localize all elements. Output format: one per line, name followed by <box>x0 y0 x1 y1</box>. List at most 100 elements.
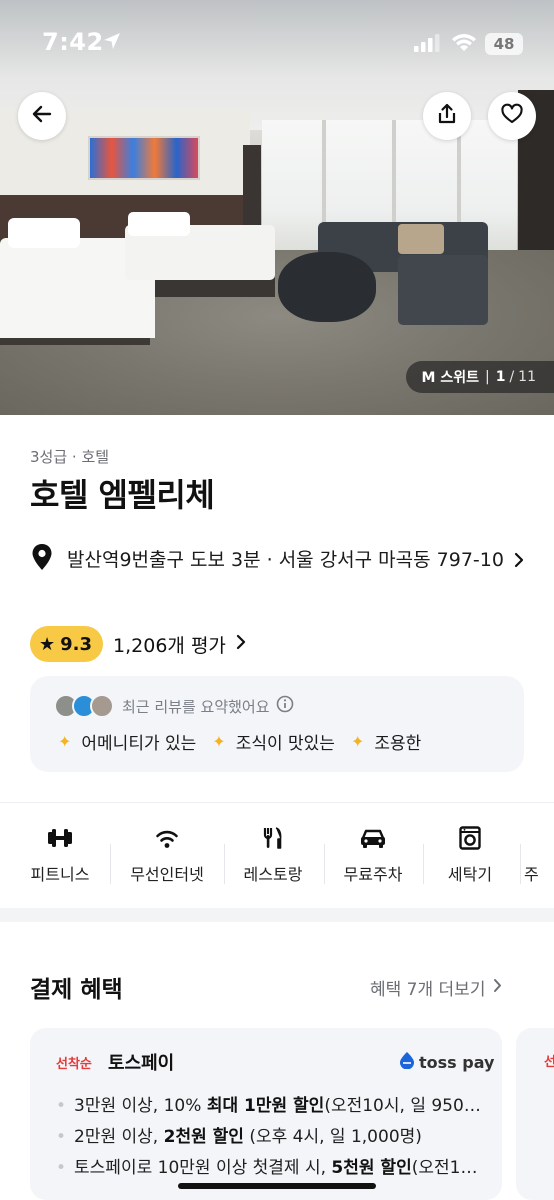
amenity-label: 주 <box>524 865 539 884</box>
image-counter: M 스위트 | 1 / 11 <box>405 361 554 393</box>
benefit-highlight: 2천원 할인 <box>163 1127 244 1147</box>
reviewer-avatars <box>54 694 116 718</box>
photo-coffee-table <box>278 252 376 322</box>
rating-badge: ★ 9.3 <box>30 626 104 662</box>
sparkle-icon: ✦ <box>212 732 226 751</box>
toss-logo-icon <box>398 1051 416 1073</box>
status-bar: 7:42 48 <box>0 0 554 80</box>
washing-machine-icon <box>421 820 519 856</box>
benefit-provider: 토스페이 <box>108 1053 175 1074</box>
heart-icon <box>500 102 524 130</box>
amenity-parking[interactable]: 무료주차 <box>324 820 422 885</box>
amenities-row[interactable]: 피트니스 무선인터넷 레스토랑 무료주차 세탁기 주 <box>0 820 554 892</box>
benefit-highlight: 최대 1만원 할인 <box>206 1096 325 1116</box>
benefit-highlight: 5천원 할인 <box>331 1158 412 1178</box>
photo-pillow <box>128 212 190 236</box>
amenity-label: 세탁기 <box>447 865 493 884</box>
benefit-item: • 토스페이로 10만원 이상 첫결제 시, 5천원 할인(오전10시) <box>56 1153 486 1184</box>
image-index: 1 <box>495 369 506 385</box>
amenity-label: 무료주차 <box>343 865 403 884</box>
chevron-right-icon <box>236 634 246 654</box>
address-value: 발산역9번출구 도보 3분 · 서울 강서구 마곡동 797-10 <box>67 549 504 571</box>
first-come-badge: 선 <box>544 1055 554 1070</box>
summary-tag: ✦ 조식이 맛있는 <box>212 729 335 754</box>
benefit-text: 2만원 이상, <box>74 1127 164 1147</box>
dumbbell-icon <box>11 820 109 856</box>
back-button[interactable] <box>18 92 66 140</box>
chevron-right-icon <box>493 978 502 998</box>
benefit-card-next[interactable]: 선 <box>516 1028 554 1200</box>
home-indicator <box>178 1183 376 1189</box>
amenity-restaurant[interactable]: 레스토랑 <box>224 820 322 885</box>
arrow-left-icon <box>30 102 54 130</box>
hotel-name: 호텔 엠펠리체 <box>30 476 215 514</box>
rating-score: 9.3 <box>60 633 93 655</box>
benefit-text: 토스페이로 10만원 이상 첫결제 시, <box>74 1158 332 1178</box>
amenity-washer[interactable]: 세탁기 <box>421 820 519 885</box>
photo-artwork <box>88 136 200 180</box>
sparkle-icon: ✦ <box>350 732 365 751</box>
info-icon[interactable] <box>276 695 294 717</box>
battery-indicator: 48 <box>485 33 523 55</box>
toss-pay-logo: toss pay <box>398 1051 494 1073</box>
summary-heading: 최근 리뷰를 요약했어요 <box>122 695 294 717</box>
fork-knife-icon <box>224 820 322 856</box>
summary-tag: ✦ 조용한 <box>351 729 421 754</box>
summary-heading-text: 최근 리뷰를 요약했어요 <box>122 697 270 716</box>
amenity-label: 피트니스 <box>30 865 90 884</box>
benefit-card-toss[interactable]: 선착순 토스페이 toss pay • 3만원 이상, 10% 최대 1만원 할인… <box>30 1028 502 1200</box>
amenity-partial-icon <box>524 820 554 856</box>
benefits-title: 결제 혜택 <box>30 977 123 1003</box>
section-gap <box>0 908 554 922</box>
review-summary-card[interactable]: 최근 리뷰를 요약했어요 ✦ 어메니티가 있는 ✦ 조식이 맛있는 ✦ 조용한 <box>30 676 524 772</box>
counter-separator: | <box>484 369 490 385</box>
toss-logo-text: toss pay <box>419 1052 495 1072</box>
amenity-partial[interactable]: 주 <box>524 820 554 885</box>
benefit-text: (오전10시) <box>411 1158 486 1178</box>
address-text: 발산역9번출구 도보 3분 · 서울 강서구 마곡동 797-10 <box>67 543 554 579</box>
map-pin-icon <box>30 543 54 575</box>
benefit-text: (오전10시, 일 950명) <box>324 1096 486 1116</box>
summary-tag-label: 조용한 <box>374 734 422 754</box>
summary-tag-label: 조식이 맛있는 <box>235 734 335 754</box>
benefit-text: 3만원 이상, 10% <box>74 1096 207 1116</box>
star-icon: ★ <box>39 633 56 655</box>
avatar <box>90 694 114 718</box>
hotel-grade: 3성급 · 호텔 <box>30 448 110 466</box>
status-time: 7:42 <box>42 28 104 56</box>
amenity-fitness[interactable]: 피트니스 <box>11 820 109 885</box>
share-icon <box>435 102 459 130</box>
share-button[interactable] <box>423 92 471 140</box>
image-total-prefix: / <box>509 369 515 385</box>
location-arrow-icon <box>103 32 121 54</box>
review-count: 1,206개 평가 <box>113 634 226 657</box>
rating-row[interactable]: ★ 9.3 1,206개 평가 <box>30 626 246 662</box>
summary-tag-label: 어메니티가 있는 <box>81 734 197 754</box>
amenity-label: 무선인터넷 <box>130 865 204 884</box>
chevron-right-icon <box>514 545 524 579</box>
wifi-icon <box>118 820 216 856</box>
benefit-item: • 3만원 이상, 10% 최대 1만원 할인(오전10시, 일 950명) <box>56 1096 486 1116</box>
amenity-separator <box>520 844 521 884</box>
favorite-button[interactable] <box>488 92 536 140</box>
summary-tag: ✦ 어메니티가 있는 <box>58 729 196 754</box>
section-divider <box>0 802 554 803</box>
benefits-more-label: 혜택 7개 더보기 <box>370 980 486 1000</box>
room-name: M 스위트 <box>421 370 479 386</box>
car-icon <box>324 820 422 856</box>
benefit-list: • 3만원 이상, 10% 최대 1만원 할인(오전10시, 일 950명) • 2… <box>56 1091 486 1184</box>
first-come-badge: 선착순 <box>56 1057 92 1072</box>
amenity-label: 레스토랑 <box>243 865 303 884</box>
summary-tags: ✦ 어메니티가 있는 ✦ 조식이 맛있는 ✦ 조용한 <box>58 729 437 754</box>
wifi-status-icon <box>451 32 477 56</box>
cellular-signal-icon <box>414 34 440 56</box>
sparkle-icon: ✦ <box>58 732 72 751</box>
benefit-text: (오후 4시, 일 1,000명) <box>243 1127 422 1147</box>
photo-cushion <box>398 224 444 254</box>
benefits-more-link[interactable]: 혜택 7개 더보기 <box>370 975 502 1000</box>
amenity-wifi[interactable]: 무선인터넷 <box>118 820 216 885</box>
photo-pillow <box>8 218 80 248</box>
benefit-item: • 2만원 이상, 2천원 할인 (오후 4시, 일 1,000명) <box>56 1127 422 1147</box>
amenity-separator <box>110 844 111 884</box>
photo-sofa-chaise <box>398 255 488 325</box>
